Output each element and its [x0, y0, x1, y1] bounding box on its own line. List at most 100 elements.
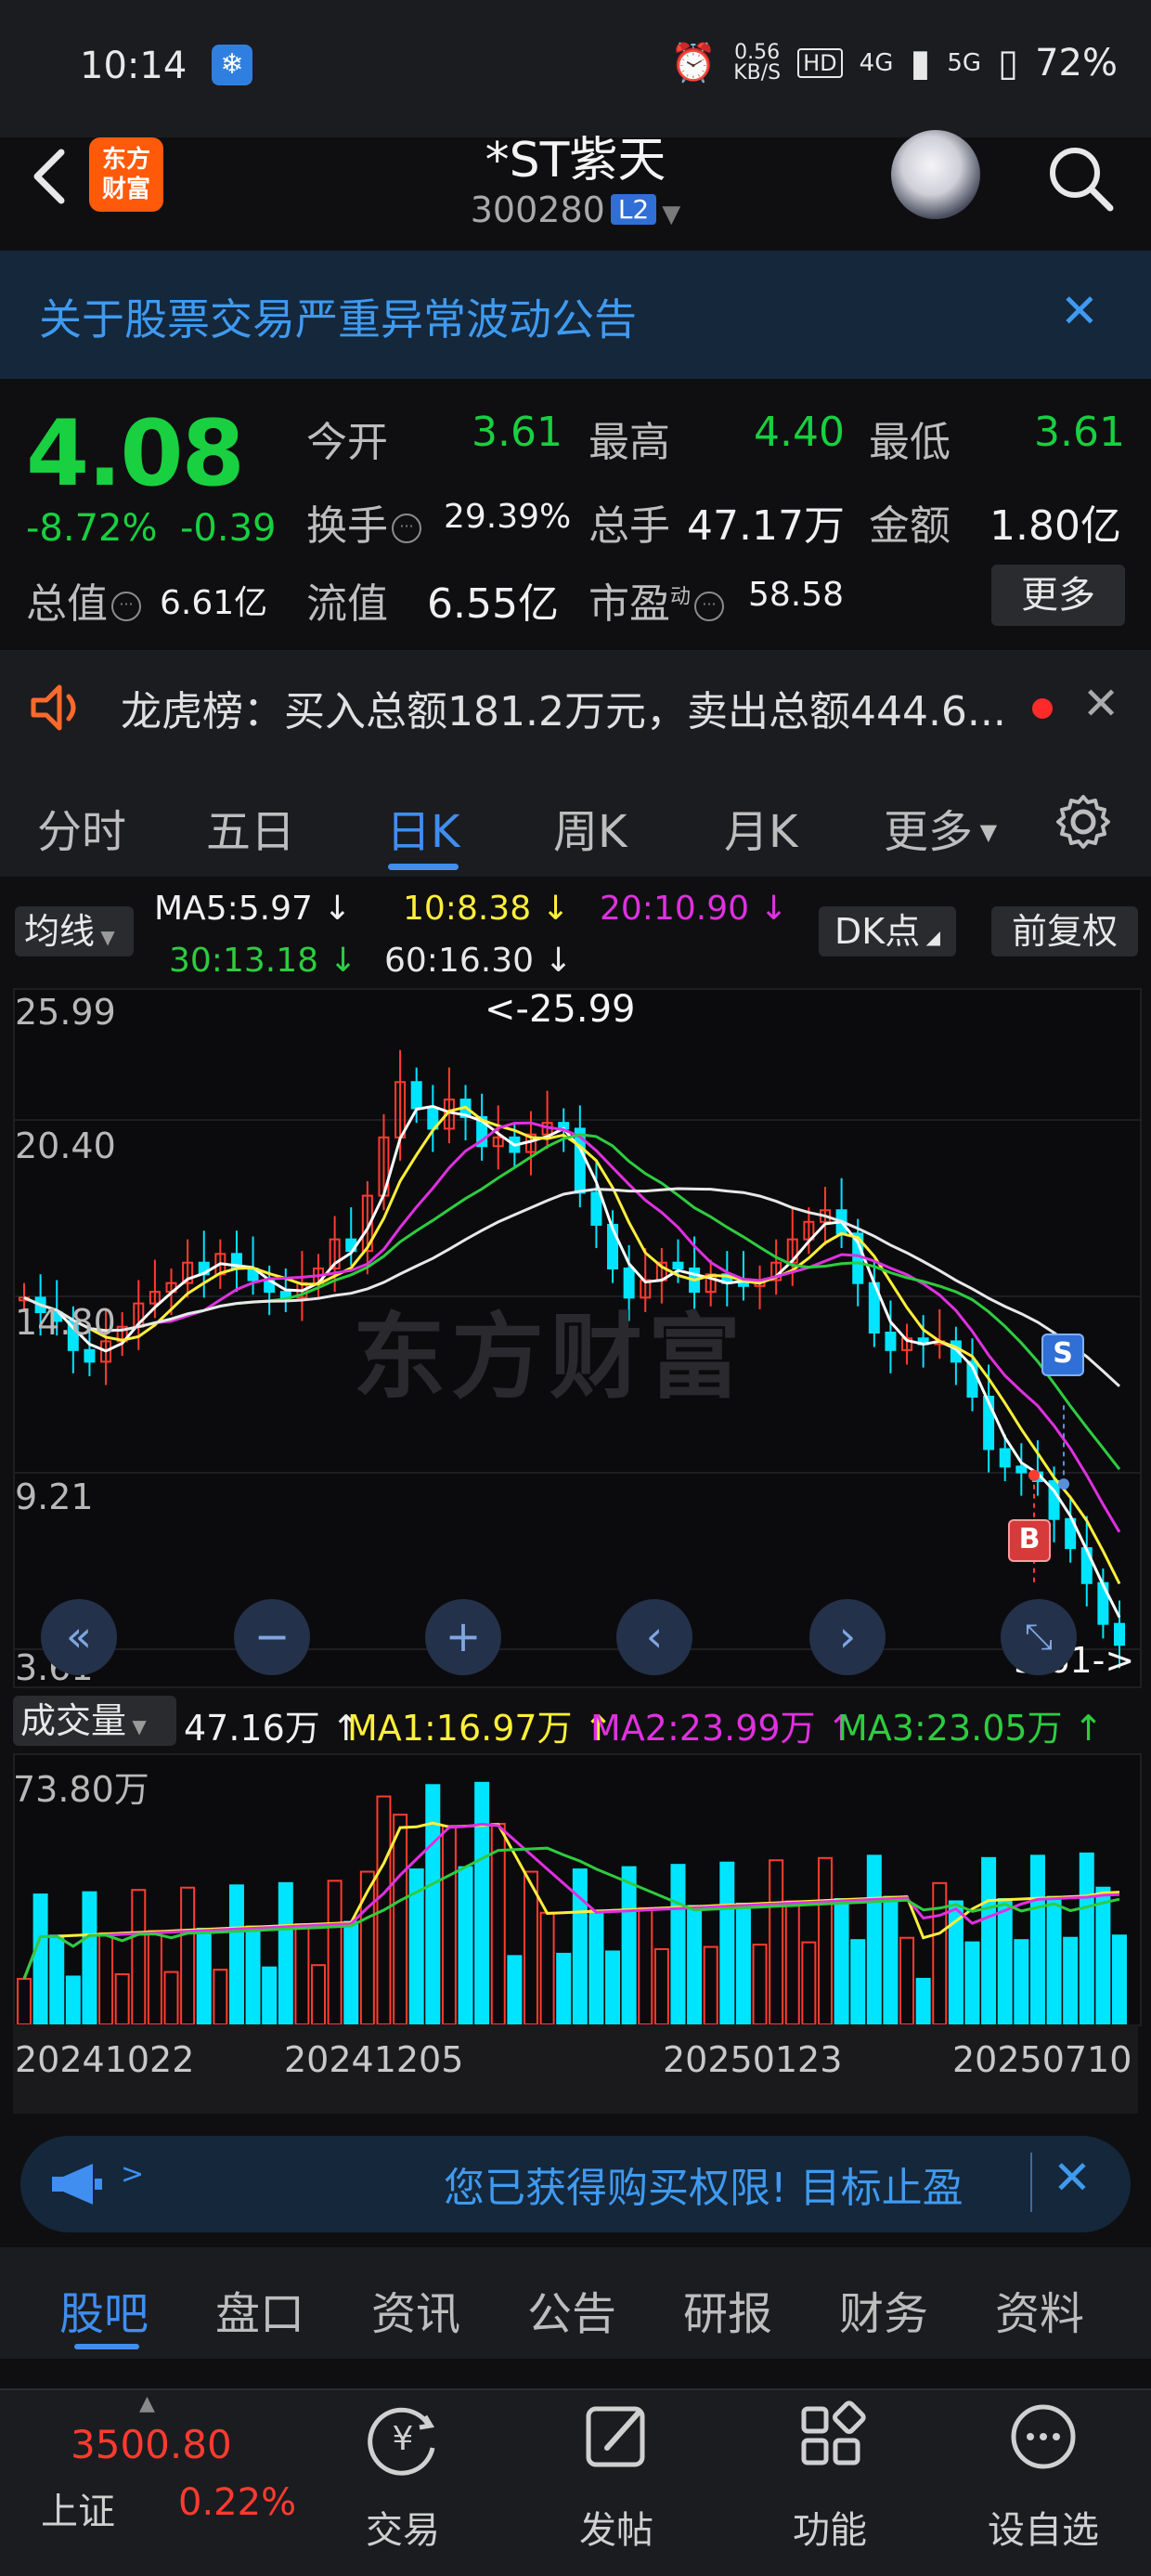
settings-gear-icon[interactable] [1053, 791, 1114, 852]
subtab-news[interactable]: 资讯 [371, 2277, 460, 2342]
volume-bar [311, 1964, 327, 2026]
subtab-forum[interactable]: 股吧 [59, 2277, 149, 2342]
volume-bar [441, 1825, 457, 2025]
index-value[interactable]: 3500.80 [71, 2422, 232, 2467]
candle-body [999, 1448, 1011, 1468]
promo-text[interactable]: 您已获得购买权限! 目标止盈 [444, 2154, 963, 2214]
high-label: 最高 [588, 419, 670, 466]
float-value: 6.55亿 [427, 580, 559, 628]
float-label: 流值 [306, 580, 388, 628]
subtab-profile[interactable]: 资料 [995, 2277, 1084, 2342]
turnover-label: 换手 ··· [306, 492, 421, 552]
volume-bar [834, 1898, 849, 2025]
nav-post[interactable]: 发帖 [542, 2500, 691, 2554]
active-subtab-indicator [74, 2344, 139, 2349]
volume-bar [801, 1941, 817, 2026]
scroll-left-icon[interactable]: ‹ [616, 1599, 692, 1675]
compose-icon[interactable] [542, 2398, 691, 2481]
tab-intraday[interactable]: 分时 [37, 795, 126, 860]
volume-bar [638, 1906, 653, 2025]
tab-five-day[interactable]: 五日 [206, 795, 295, 860]
zoom-out-icon[interactable]: − [234, 1599, 310, 1675]
subtab-orderbook[interactable]: 盘口 [215, 2277, 304, 2342]
status-icons: ⏰ 0.56 KB/S HD 4G ▮ 5G ▯ 72% [670, 41, 1118, 85]
chevron-down-icon: ▼ [662, 201, 681, 228]
index-percent[interactable]: 0.22% [178, 2481, 296, 2524]
adjust-mode-button[interactable]: 前复权 [991, 906, 1138, 956]
info-dots-icon[interactable]: ··· [694, 592, 725, 621]
volume-bar [687, 1905, 703, 2025]
tab-daily-k[interactable]: 日K [386, 795, 459, 860]
trade-yen-icon[interactable]: ¥ [329, 2398, 477, 2481]
info-dots-icon[interactable]: ··· [392, 514, 421, 543]
dragon-tiger-text[interactable]: 龙虎榜：买入总额181.2万元，卖出总额444.6... [121, 678, 1006, 737]
subtab-announcements[interactable]: 公告 [527, 2277, 616, 2342]
candle-body [410, 1081, 422, 1110]
buy-signal-marker[interactable]: B [1008, 1519, 1051, 1562]
volume-bar [539, 1911, 555, 2026]
volume-bar [784, 1900, 800, 2025]
volume-value: 47.16万 ↑ [184, 1708, 361, 1749]
last-price: 4.08 [26, 401, 245, 507]
functions-grid-icon[interactable] [756, 2398, 904, 2481]
volume-bar [670, 1864, 686, 2025]
pe-value: 58.58 [748, 576, 845, 614]
turnover-value: 29.39% [444, 498, 572, 536]
notice-text[interactable]: 关于股票交易严重异常波动公告 [39, 286, 637, 347]
volume-svg [17, 1781, 1127, 2026]
nav-trade[interactable]: 交易 [329, 2500, 477, 2554]
close-icon[interactable]: ✕ [1082, 678, 1119, 730]
date-label: 20241022 [15, 2039, 195, 2080]
assistant-robot-icon[interactable] [891, 130, 980, 219]
stock-code-row[interactable]: 300280 L2 ▼ [0, 189, 1151, 230]
volume-indicator-selector[interactable]: 成交量 ▼ [13, 1696, 176, 1746]
close-icon[interactable]: ✕ [1060, 284, 1099, 338]
pe-sup: 动 [670, 585, 692, 609]
volume-bar [163, 1971, 179, 2025]
subtab-financials[interactable]: 财务 [839, 2277, 928, 2342]
divider [1030, 2153, 1032, 2212]
ma20-label: 20:10.90 ↓ [600, 890, 788, 928]
candle-body [885, 1332, 897, 1351]
volume-bar [131, 1889, 147, 2025]
close-icon[interactable]: ✕ [1053, 2151, 1092, 2205]
candle-body [1080, 1547, 1093, 1584]
volume-bar [719, 1861, 735, 2025]
volume-bar [114, 1973, 130, 2025]
y-label: 20.40 [15, 1125, 116, 1166]
scroll-right-icon[interactable]: › [809, 1599, 886, 1675]
speaker-icon [31, 684, 76, 731]
scroll-left-fast-icon[interactable]: « [41, 1599, 117, 1675]
mktcap-label: 总值 ··· [26, 570, 141, 630]
volume-bar [343, 1920, 359, 2025]
tab-more[interactable]: 更多 ▼ [884, 795, 997, 860]
subtab-research[interactable]: 研报 [683, 2277, 772, 2342]
tab-weekly-k[interactable]: 周K [553, 795, 627, 860]
candle-body [84, 1348, 96, 1363]
y-label: 9.21 [15, 1477, 94, 1517]
search-icon[interactable] [1043, 141, 1118, 215]
ma30-label: 30:13.18 ↓ [169, 942, 357, 980]
indicator-selector[interactable]: 均线 ▼ [15, 906, 134, 956]
nav-functions[interactable]: 功能 [756, 2500, 904, 2554]
volume-bar [653, 1948, 669, 2025]
more-button[interactable]: 更多 [991, 565, 1125, 626]
amount-value: 1.80亿 [989, 502, 1121, 550]
chevron-right-icon: > [121, 2158, 145, 2191]
volume-bar [228, 1884, 244, 2025]
more-circle-icon[interactable] [969, 2398, 1118, 2481]
info-dots-icon[interactable]: ··· [111, 592, 141, 621]
volume-bar [359, 1870, 375, 2025]
zoom-in-icon[interactable]: + [425, 1599, 501, 1675]
candle-body [1015, 1465, 1028, 1474]
volume-chart[interactable] [13, 1753, 1142, 2026]
sell-signal-marker[interactable]: S [1041, 1334, 1084, 1376]
volume-bar [850, 1939, 866, 2026]
nav-watchlist[interactable]: 设自选 [969, 2500, 1118, 2554]
battery-level: 72% [1035, 41, 1118, 85]
level2-badge: L2 [610, 194, 657, 225]
tab-monthly-k[interactable]: 月K [724, 795, 797, 860]
dk-point-button[interactable]: DK点 ◢ [819, 906, 956, 956]
index-name[interactable]: 上证 [41, 2481, 115, 2535]
fullscreen-icon[interactable]: ⤡ [1001, 1599, 1077, 1675]
